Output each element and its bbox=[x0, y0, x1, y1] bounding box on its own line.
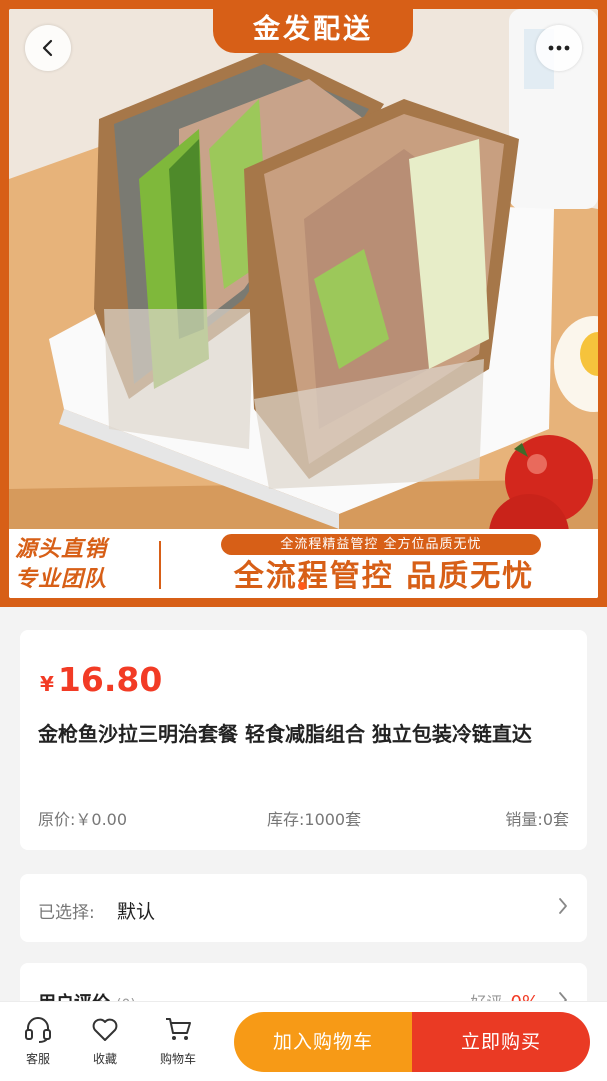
back-button[interactable] bbox=[25, 25, 71, 71]
cart-button[interactable]: 购物车 bbox=[148, 1014, 208, 1067]
more-button[interactable] bbox=[536, 25, 582, 71]
sales-count: 销量:0套 bbox=[505, 810, 569, 829]
spec-selector[interactable]: 已选择: 默认 bbox=[20, 874, 587, 942]
add-to-cart-button[interactable]: 加入购物车 bbox=[234, 1012, 412, 1072]
product-image-frame: 金发配送 源头直销 专业团队 全流程精益管控 全方位品质无忧 全流程管控 品质无… bbox=[9, 9, 598, 598]
currency-symbol: ¥ bbox=[40, 672, 54, 696]
spec-selector-label: 已选择: bbox=[38, 903, 95, 923]
product-info-card: ¥16.80 金枪鱼沙拉三明治套餐 轻食减脂组合 独立包装冷链直达 原价:￥0.… bbox=[20, 630, 587, 850]
cart-label: 购物车 bbox=[159, 1052, 196, 1066]
banner-slogan-line-1: 源头直销 bbox=[15, 537, 108, 562]
back-icon bbox=[42, 39, 53, 57]
chevron-right-icon bbox=[559, 898, 567, 914]
product-price: ¥16.80 bbox=[40, 660, 162, 699]
banner-headline: 全流程管控 品质无忧 bbox=[233, 559, 535, 594]
banner-slogan-line-2: 专业团队 bbox=[15, 567, 108, 592]
favorite-label: 收藏 bbox=[92, 1052, 117, 1066]
customer-service-label: 客服 bbox=[25, 1052, 50, 1066]
favorite-button[interactable]: 收藏 bbox=[75, 1014, 135, 1067]
bottom-action-bar: 客服 收藏 购物车 加入购物车 立即购买 bbox=[0, 1001, 607, 1081]
product-image-gallery[interactable]: 金发配送 源头直销 专业团队 全流程精益管控 全方位品质无忧 全流程管控 品质无… bbox=[0, 0, 607, 607]
spec-selector-value: 默认 bbox=[117, 901, 156, 923]
banner-divider bbox=[159, 541, 161, 589]
headset-icon bbox=[25, 1017, 51, 1043]
cart-icon bbox=[166, 1018, 191, 1040]
banner-slogan: 源头直销 专业团队 bbox=[15, 535, 155, 595]
product-title: 金枪鱼沙拉三明治套餐 轻食减脂组合 独立包装冷链直达 bbox=[38, 722, 532, 746]
stock-count: 库存:1000套 bbox=[267, 810, 362, 829]
heart-icon bbox=[92, 1018, 118, 1041]
gallery-indicator-dot[interactable] bbox=[298, 582, 306, 590]
original-price: 原价:￥0.00 bbox=[38, 810, 128, 829]
buy-now-button[interactable]: 立即购买 bbox=[412, 1012, 590, 1072]
banner-pill: 全流程精益管控 全方位品质无忧 bbox=[221, 534, 541, 555]
delivery-tag: 金发配送 bbox=[213, 9, 413, 53]
sandwich-photo bbox=[9, 9, 598, 529]
customer-service-button[interactable]: 客服 bbox=[8, 1014, 68, 1067]
more-icon bbox=[548, 45, 570, 51]
price-value: 16.80 bbox=[57, 660, 163, 699]
